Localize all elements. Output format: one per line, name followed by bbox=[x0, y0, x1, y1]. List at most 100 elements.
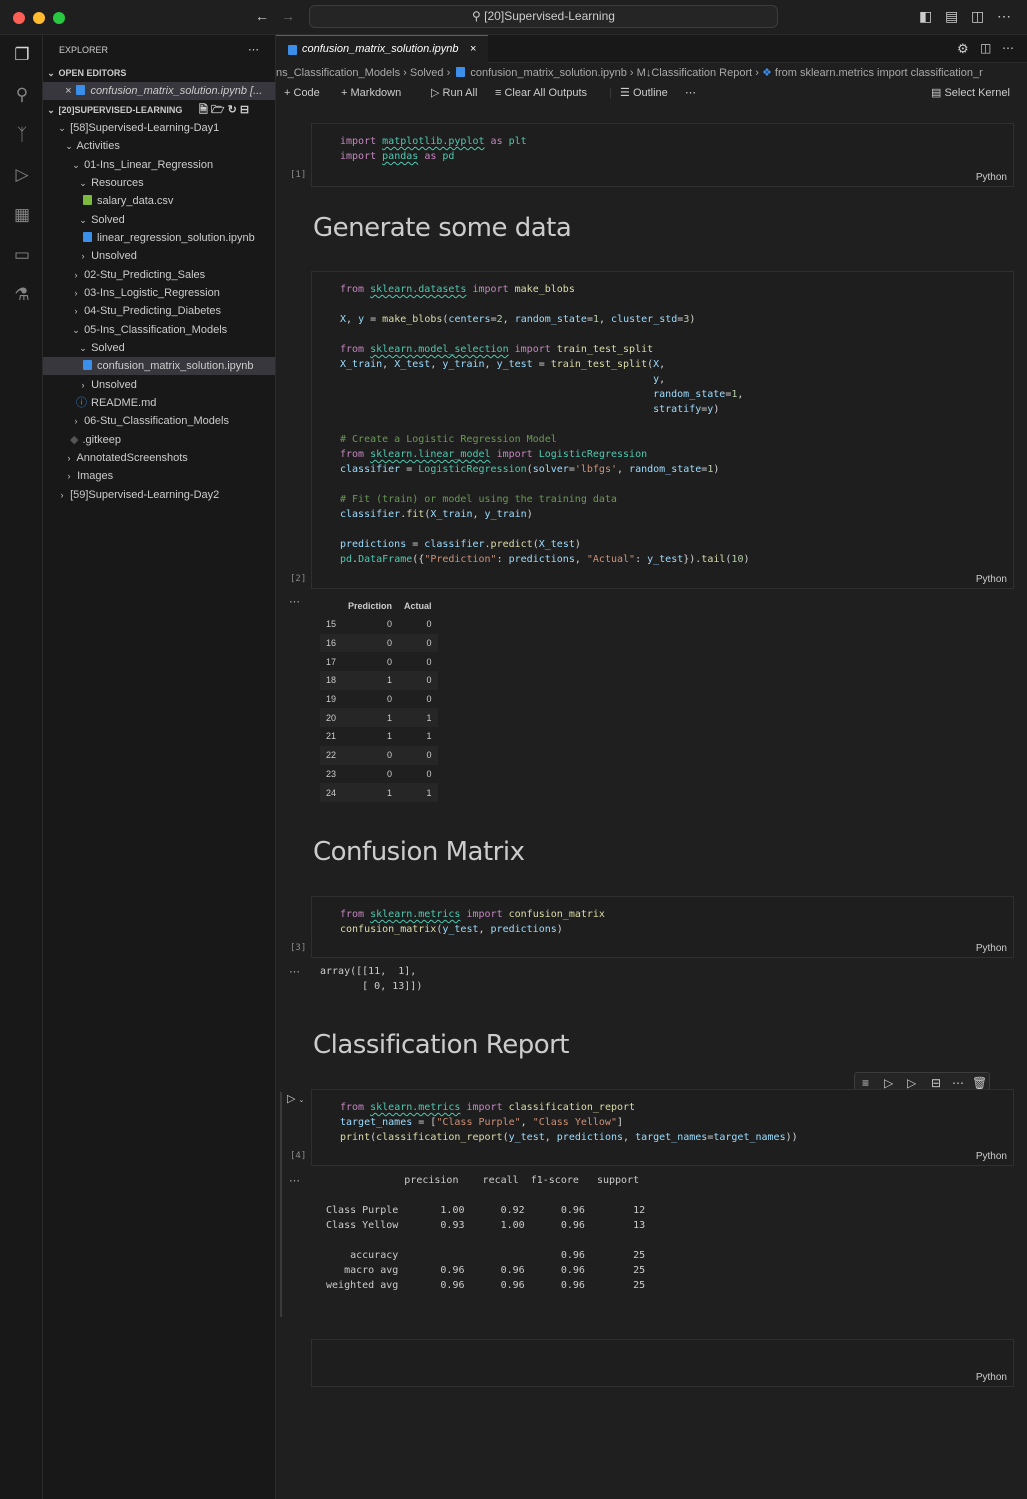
more-actions-icon[interactable]: ⋯ bbox=[1002, 41, 1014, 55]
tree-file[interactable]: ◆ .gitkeep bbox=[43, 431, 275, 449]
close-window-button[interactable] bbox=[13, 12, 25, 24]
tree-folder[interactable]: ⌄ Resources bbox=[43, 174, 275, 192]
tree-folder[interactable]: › 06-Stu_Classification_Models bbox=[43, 412, 275, 430]
breadcrumb-item[interactable]: M↓Classification Report bbox=[637, 67, 753, 79]
clear-outputs-button[interactable]: ≡ Clear All Outputs bbox=[495, 82, 587, 104]
workspace-actions-icons[interactable]: 🗎 🗁 ↻ ⊟ bbox=[199, 101, 249, 119]
tree-folder[interactable]: ⌄ Activities bbox=[43, 137, 275, 155]
explorer-icon[interactable]: ❐ bbox=[11, 44, 33, 66]
cell-output: precision recall f1-score support Class … bbox=[326, 1175, 646, 1291]
tree-folder[interactable]: › 04-Stu_Predicting_Diabetes bbox=[43, 302, 275, 320]
markdown-heading: Classification Report bbox=[313, 1030, 570, 1060]
row-index: 19 bbox=[326, 694, 337, 705]
toggle-sidebar-icon[interactable]: ◧ bbox=[919, 8, 932, 25]
output-more-icon[interactable]: ⋯ bbox=[289, 965, 300, 978]
cell-code[interactable]: from sklearn.metrics import classificati… bbox=[340, 1100, 798, 1145]
source-control-icon[interactable]: ᛉ bbox=[11, 124, 33, 146]
dataframe-output: Prediction Actual 15 0 0 16 0 0 17 0 0 18 1 0 19 0 0 20… bbox=[320, 597, 438, 802]
toggle-panel-icon[interactable]: ▤ bbox=[945, 8, 958, 25]
notebook-file-icon bbox=[83, 360, 92, 370]
output-more-icon[interactable]: ⋯ bbox=[289, 595, 300, 608]
chevron-down-icon: ⌄ bbox=[298, 1097, 305, 1104]
tree-folder[interactable]: › [59]Supervised-Learning-Day2 bbox=[43, 486, 275, 504]
tree-file[interactable]: ⓘ README.md bbox=[43, 394, 275, 412]
remote-explorer-icon[interactable]: ▭ bbox=[11, 244, 33, 266]
open-editors-header[interactable]: ⌄ OPEN EDITORS bbox=[43, 64, 275, 82]
split-editor-icon[interactable]: ◫ bbox=[980, 41, 991, 55]
kernel-icon: ▤ bbox=[931, 87, 942, 99]
notebook-file-icon bbox=[83, 232, 92, 242]
clear-outputs-icon: ≡ bbox=[495, 87, 502, 99]
tree-folder[interactable]: ⌄ 01-Ins_Linear_Regression bbox=[43, 156, 275, 174]
table-cell: 1 bbox=[387, 731, 393, 742]
toolbar-more-icon[interactable]: ⋯ bbox=[685, 82, 696, 104]
tree-folder[interactable]: ⌄ Solved bbox=[43, 211, 275, 229]
tree-folder[interactable]: › 02-Stu_Predicting_Sales bbox=[43, 266, 275, 284]
tree-folder[interactable]: ⌄ Solved bbox=[43, 339, 275, 357]
select-kernel-button[interactable]: ▤ Select Kernel bbox=[931, 82, 1010, 104]
cell-language[interactable]: Python bbox=[976, 943, 1007, 954]
table-cell: 1 bbox=[342, 671, 399, 690]
tree-folder[interactable]: › Unsolved bbox=[43, 376, 275, 394]
toggle-secondary-sidebar-icon[interactable]: ◫ bbox=[971, 8, 984, 25]
column-header: Actual bbox=[404, 601, 432, 611]
maximize-window-button[interactable] bbox=[53, 12, 65, 24]
code-cell[interactable]: import matplotlib.pyplot as plt import p… bbox=[311, 123, 1014, 187]
extensions-icon[interactable]: ▦ bbox=[11, 204, 33, 226]
tree-folder[interactable]: › 03-Ins_Logistic_Regression bbox=[43, 284, 275, 302]
cell-code[interactable]: from sklearn.datasets import make_blobs … bbox=[340, 282, 750, 567]
breadcrumb-item[interactable]: from sklearn.metrics import classificati… bbox=[775, 67, 983, 79]
cell-code[interactable]: import matplotlib.pyplot as plt import p… bbox=[340, 134, 527, 164]
output-more-icon[interactable]: ⋯ bbox=[289, 1174, 300, 1187]
tree-folder[interactable]: ⌄ [58]Supervised-Learning-Day1 bbox=[43, 119, 275, 137]
minimize-window-button[interactable] bbox=[33, 12, 45, 24]
cell-language[interactable]: Python bbox=[976, 574, 1007, 585]
run-cell-button[interactable]: ▷ ⌄ bbox=[287, 1092, 304, 1105]
testing-icon[interactable]: ⚗ bbox=[11, 284, 33, 306]
notebook-file-icon bbox=[288, 45, 297, 55]
cell-language[interactable]: Python bbox=[976, 172, 1007, 183]
run-debug-icon[interactable]: ▷ bbox=[11, 164, 33, 186]
table-row: 19 0 0 bbox=[320, 690, 438, 709]
breadcrumb-item[interactable]: Solved bbox=[410, 67, 444, 79]
csv-file-icon bbox=[83, 195, 92, 205]
breadcrumb-item[interactable]: ns_Classification_Models bbox=[276, 67, 400, 79]
tree-folder[interactable]: › AnnotatedScreenshots bbox=[43, 449, 275, 467]
forward-arrow-icon[interactable]: → bbox=[281, 8, 295, 24]
row-index: 15 bbox=[326, 619, 337, 630]
more-icon[interactable]: ⋯ bbox=[997, 8, 1011, 25]
workspace-header[interactable]: ⌄ [20]SUPERVISED-LEARNING 🗎 🗁 ↻ ⊟ bbox=[43, 101, 275, 119]
empty-code-cell[interactable]: Python bbox=[311, 1339, 1014, 1387]
explorer-more-icon[interactable]: ⋯ bbox=[248, 41, 268, 59]
table-cell: 0 bbox=[342, 745, 399, 765]
cell-output: array([[11, 1], [ 0, 13]]) bbox=[320, 966, 423, 992]
tree-folder[interactable]: › Unsolved bbox=[43, 247, 275, 265]
cell-language[interactable]: Python bbox=[976, 1151, 1007, 1162]
tree-folder[interactable]: › Images bbox=[43, 467, 275, 485]
code-cell[interactable]: from sklearn.datasets import make_blobs … bbox=[311, 271, 1014, 589]
markdown-heading: Generate some data bbox=[313, 213, 572, 243]
run-all-button[interactable]: ▷ Run All bbox=[431, 82, 477, 104]
cell-code[interactable]: from sklearn.metrics import confusion_ma… bbox=[340, 907, 605, 937]
close-icon[interactable]: × bbox=[470, 36, 476, 63]
tree-file[interactable]: salary_data.csv bbox=[43, 192, 275, 210]
breadcrumb-item[interactable]: confusion_matrix_solution.ipynb bbox=[470, 67, 627, 79]
add-markdown-cell-button[interactable]: + Markdown bbox=[341, 82, 401, 104]
code-cell[interactable]: from sklearn.metrics import classificati… bbox=[311, 1089, 1014, 1166]
tree-file[interactable]: linear_regression_solution.ipynb bbox=[43, 229, 275, 247]
execution-count: [1] bbox=[290, 170, 307, 180]
close-icon[interactable]: × bbox=[65, 85, 71, 97]
outline-button[interactable]: ☰ Outline bbox=[620, 82, 668, 104]
code-cell[interactable]: from sklearn.metrics import confusion_ma… bbox=[311, 896, 1014, 958]
search-icon[interactable]: ⚲ bbox=[11, 84, 33, 106]
gear-icon[interactable]: ⚙ bbox=[957, 41, 969, 57]
tree-folder[interactable]: ⌄ 05-Ins_Classification_Models bbox=[43, 321, 275, 339]
tree-file-selected[interactable]: confusion_matrix_solution.ipynb bbox=[43, 357, 275, 375]
open-editor-item[interactable]: × confusion_matrix_solution.ipynb [... bbox=[43, 82, 275, 100]
row-index: 20 bbox=[320, 708, 343, 728]
command-center-search[interactable]: ⚲ [20]Supervised-Learning bbox=[309, 5, 778, 28]
back-arrow-icon[interactable]: ← bbox=[255, 8, 269, 24]
add-code-cell-button[interactable]: + Code bbox=[284, 82, 320, 104]
cell-language[interactable]: Python bbox=[976, 1372, 1007, 1383]
tab-confusion-matrix[interactable]: confusion_matrix_solution.ipynb × bbox=[276, 35, 488, 63]
